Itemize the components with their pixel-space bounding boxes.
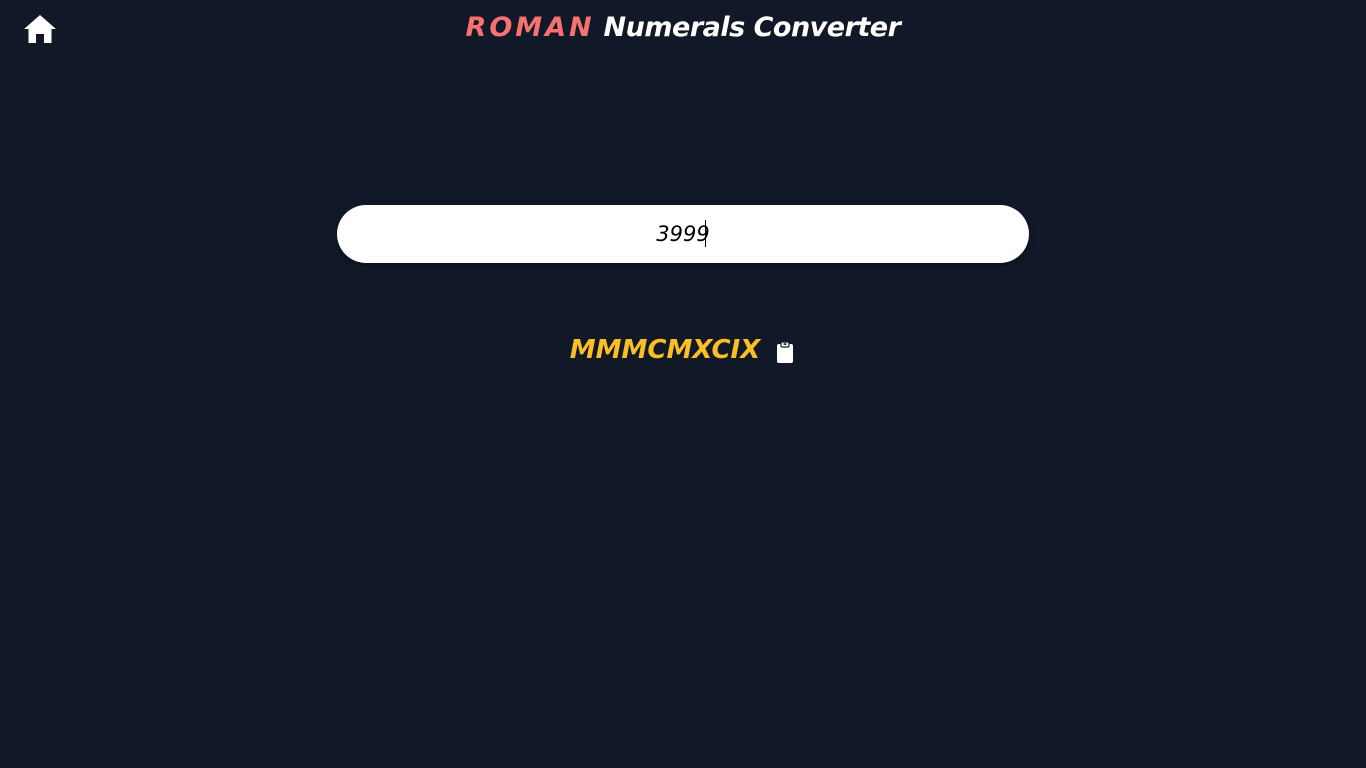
number-input[interactable]: [337, 205, 1029, 263]
copy-button[interactable]: [774, 339, 796, 365]
title-accent: ROMAN: [465, 12, 595, 43]
roman-result: MMMCMXCIX: [569, 335, 761, 365]
page-title: ROMAN Numerals Converter: [0, 10, 1366, 46]
title-rest: Numerals Converter: [594, 12, 901, 43]
number-input-wrapper: [337, 205, 1029, 263]
clipboard-icon: [777, 340, 794, 363]
text-caret: [705, 220, 706, 247]
converter-page: ROMAN Numerals Converter MMMCMXCIX: [0, 0, 1366, 768]
result-row: MMMCMXCIX: [0, 330, 1366, 370]
